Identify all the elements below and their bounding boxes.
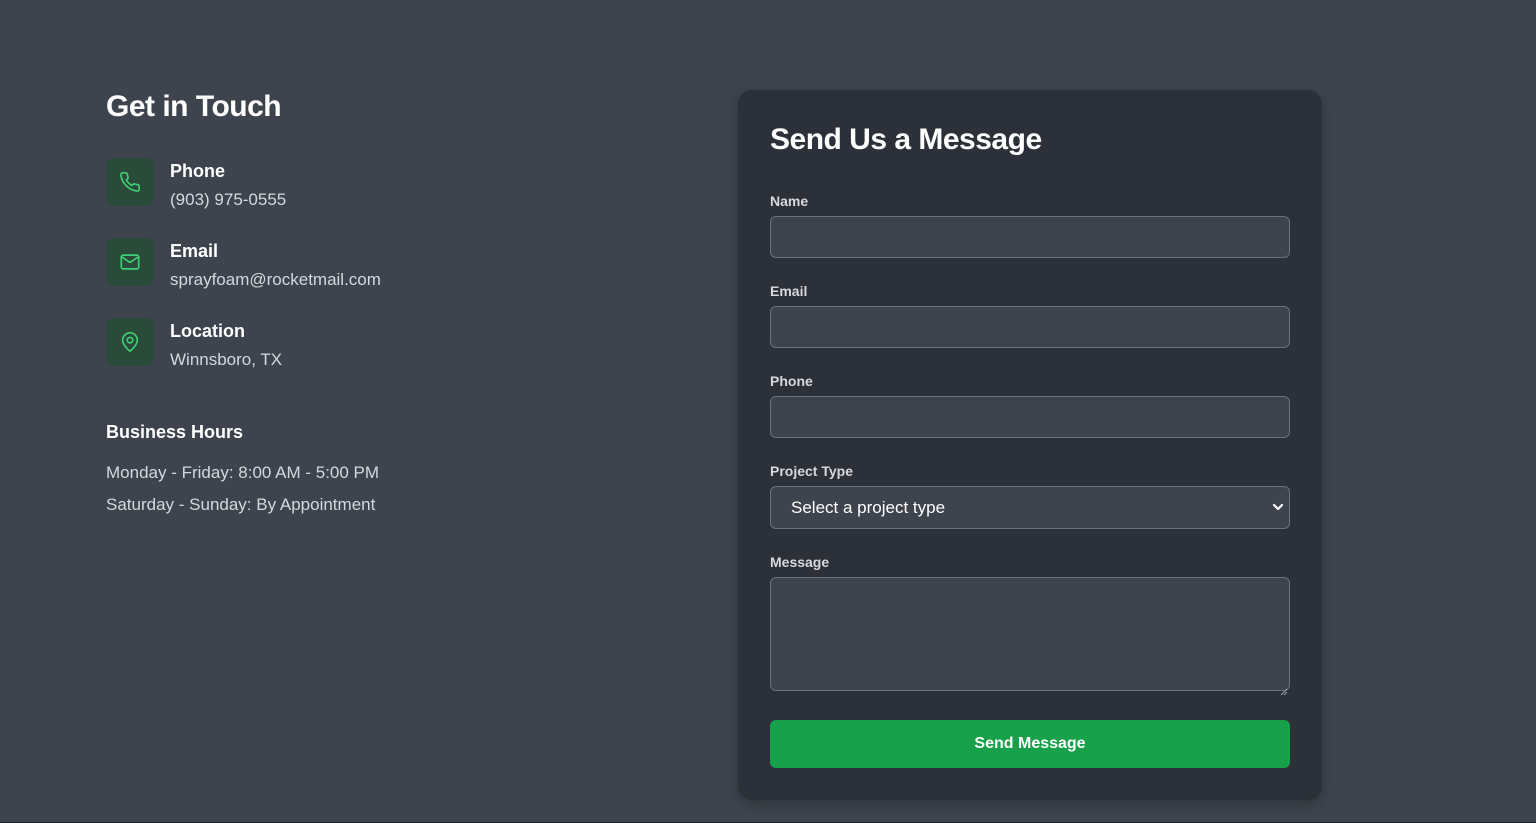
- message-form: Send Us a Message Name Email Phone Proje…: [770, 120, 1290, 768]
- resize-grip-icon[interactable]: [1280, 683, 1288, 696]
- project-type-field-group: Project Type Select a project type: [770, 462, 1290, 529]
- hours-weekday: Monday - Friday: 8:00 AM - 5:00 PM: [106, 463, 380, 482]
- phone-icon: [106, 158, 154, 206]
- hours-weekend: Saturday - Sunday: By Appointment: [106, 495, 376, 514]
- contact-item-email: Email sprayfoam@rocketmail.com: [106, 238, 606, 318]
- project-type-label: Project Type: [770, 463, 853, 479]
- contact-list: Phone (903) 975-0555 Email sprayfoam@roc…: [106, 158, 606, 398]
- name-field-group: Name: [770, 192, 1290, 258]
- message-field-group: Message: [770, 553, 1290, 696]
- email-label: Email: [770, 283, 808, 299]
- location-value: Winnsboro, TX: [170, 350, 283, 369]
- phone-number[interactable]: (903) 975-0555: [170, 189, 286, 211]
- name-input[interactable]: [770, 216, 1290, 258]
- mail-icon: [106, 238, 154, 286]
- map-pin-icon: [106, 318, 154, 366]
- message-label: Message: [770, 554, 830, 570]
- form-title: Send Us a Message: [770, 123, 1042, 156]
- chevron-down-icon: [1271, 500, 1285, 514]
- contact-info-title: Get in Touch: [106, 90, 282, 123]
- message-form-card: Send Us a Message Name Email Phone Proje…: [738, 90, 1322, 800]
- email-input[interactable]: [770, 306, 1290, 348]
- contact-section: Get in Touch Phone (903) 975-0555 Email …: [0, 0, 1536, 823]
- contact-label-location: Location: [170, 321, 245, 341]
- name-label: Name: [770, 193, 809, 209]
- phone-label: Phone: [770, 373, 813, 389]
- phone-field-group: Phone: [770, 372, 1290, 438]
- message-textarea[interactable]: [770, 577, 1290, 691]
- contact-info-panel: Get in Touch Phone (903) 975-0555 Email …: [106, 88, 606, 516]
- email-field-group: Email: [770, 282, 1290, 348]
- send-message-button[interactable]: Send Message: [770, 720, 1290, 768]
- email-address[interactable]: sprayfoam@rocketmail.com: [170, 269, 381, 291]
- contact-item-location: Location Winnsboro, TX: [106, 318, 606, 398]
- project-type-select[interactable]: Select a project type: [770, 486, 1290, 529]
- phone-input[interactable]: [770, 396, 1290, 438]
- contact-item-phone: Phone (903) 975-0555: [106, 158, 606, 238]
- contact-label-phone: Phone: [170, 161, 226, 181]
- project-type-selected-value: Select a project type: [791, 497, 946, 517]
- business-hours-title: Business Hours: [106, 422, 244, 442]
- contact-label-email: Email: [170, 241, 219, 261]
